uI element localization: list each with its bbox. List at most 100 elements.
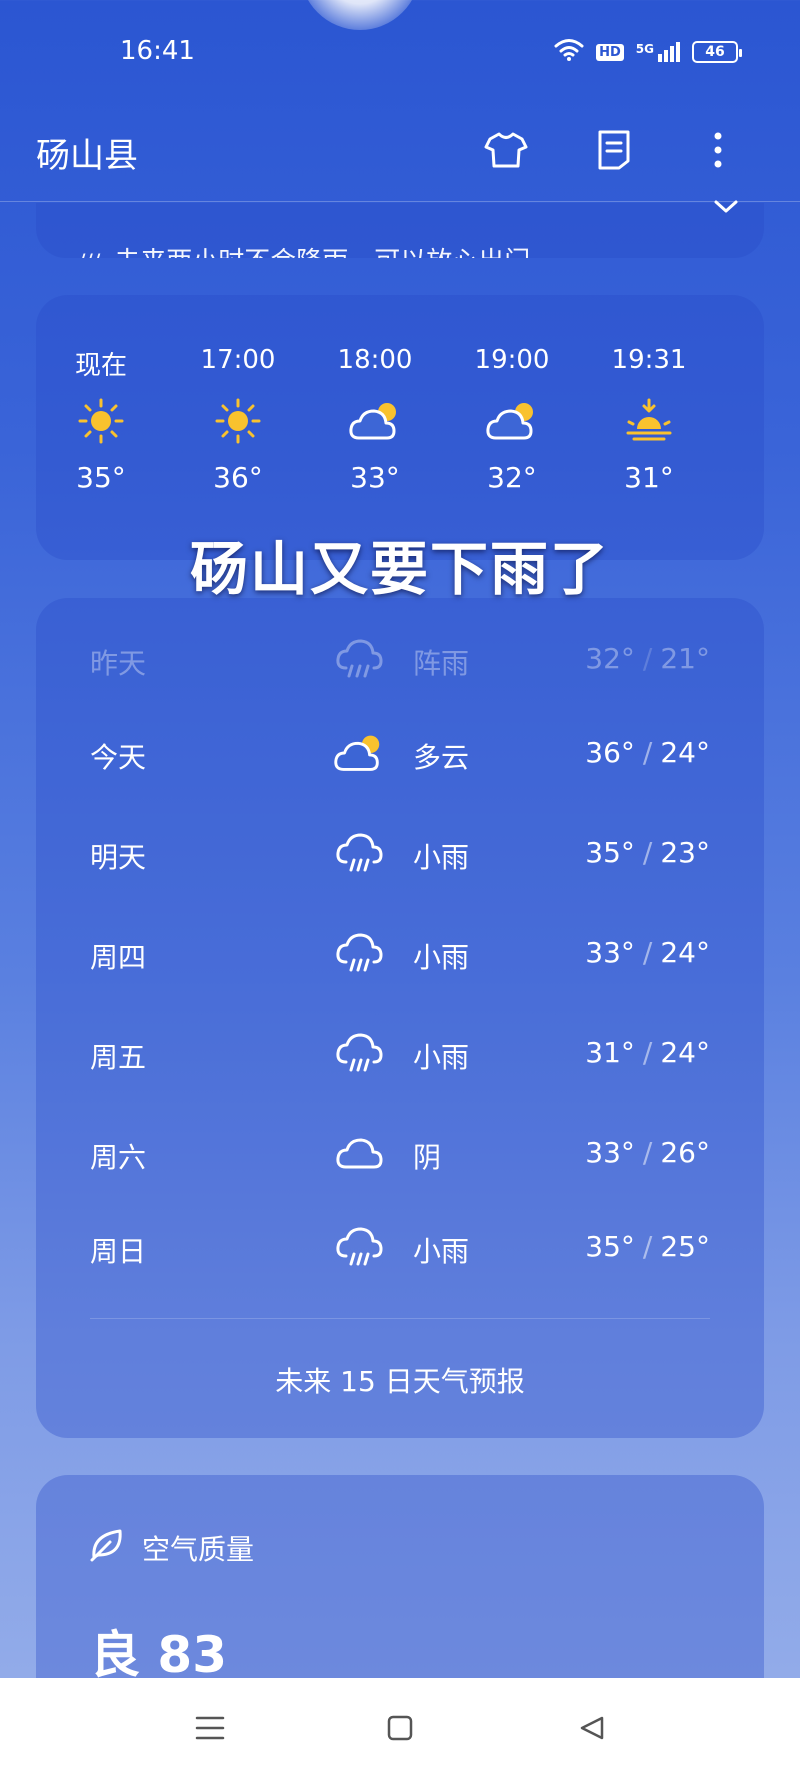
rain-icon bbox=[332, 1028, 386, 1078]
hour-label: 17:00 bbox=[200, 345, 276, 375]
back-icon[interactable] bbox=[572, 1708, 612, 1748]
hour-item: 17:00 36° bbox=[183, 345, 293, 494]
temp-separator: / bbox=[642, 936, 653, 969]
day-temp: 35°/23° bbox=[585, 836, 710, 869]
day-temp: 33°/26° bbox=[585, 1136, 710, 1169]
battery-level: 46 bbox=[705, 44, 725, 60]
hour-temp: 33° bbox=[350, 461, 400, 494]
navigation-bar bbox=[0, 1678, 800, 1778]
hour-label: 19:00 bbox=[474, 345, 550, 375]
day-row[interactable]: 昨天 阵雨 32°/21° bbox=[36, 630, 764, 690]
hour-item: 现在 35° bbox=[46, 345, 156, 494]
temp-separator: / bbox=[642, 642, 653, 675]
day-row[interactable]: 周六 阴 33°/26° bbox=[36, 1124, 764, 1184]
day-temp: 31°/24° bbox=[585, 1036, 710, 1069]
day-temp: 33°/24° bbox=[585, 936, 710, 969]
high-temp: 35° bbox=[585, 836, 635, 869]
partly-cloudy-icon bbox=[320, 391, 430, 451]
high-temp: 33° bbox=[585, 1136, 635, 1169]
rain-icon bbox=[332, 928, 386, 978]
temp-separator: / bbox=[642, 836, 653, 869]
day-condition: 小雨 bbox=[413, 841, 470, 874]
home-icon[interactable] bbox=[380, 1708, 420, 1748]
hour-temp: 31° bbox=[624, 461, 674, 494]
hour-label: 18:00 bbox=[337, 345, 413, 375]
tshirt-icon[interactable] bbox=[482, 126, 530, 174]
day-name: 周六 bbox=[90, 1141, 147, 1174]
day-condition: 小雨 bbox=[413, 1235, 470, 1268]
day-condition: 阴 bbox=[413, 1141, 442, 1174]
overlay-caption: 砀山又要下雨了 bbox=[189, 535, 610, 603]
more-vertical-icon[interactable] bbox=[694, 126, 742, 174]
battery-icon: 46 bbox=[692, 41, 742, 63]
low-temp: 26° bbox=[660, 1136, 710, 1169]
chevron-down-icon[interactable] bbox=[712, 198, 740, 220]
menu-icon[interactable] bbox=[190, 1708, 230, 1748]
sun-icon bbox=[46, 391, 156, 451]
day-name: 昨天 bbox=[90, 647, 147, 680]
temp-separator: / bbox=[642, 1136, 653, 1169]
day-temp: 35°/25° bbox=[585, 1230, 710, 1263]
5g-signal-icon: 5G bbox=[636, 42, 680, 62]
leaf-icon bbox=[88, 1525, 126, 1570]
note-icon[interactable] bbox=[590, 126, 638, 174]
rain-alert-text: /// 未来两小时不会降雨，可以放心出门 bbox=[78, 241, 530, 258]
15-day-forecast-link[interactable]: 未来 15 日天气预报 bbox=[36, 1360, 764, 1400]
day-condition: 多云 bbox=[413, 741, 470, 774]
day-condition: 阵雨 bbox=[413, 647, 470, 680]
city-name[interactable]: 砀山县 bbox=[36, 128, 138, 177]
status-icons: HD 5G 46 bbox=[554, 38, 742, 66]
partly-cloudy-icon bbox=[332, 728, 386, 778]
day-row[interactable]: 周日 小雨 35°/25° bbox=[36, 1218, 764, 1278]
temp-separator: / bbox=[642, 736, 653, 769]
daily-forecast-card[interactable]: 昨天 阵雨 32°/21° 今天 多云 36°/24° 明天 小雨 35° / … bbox=[36, 598, 764, 1438]
rain-alert-message: 未来两小时不会降雨，可以放心出门 bbox=[114, 247, 530, 258]
day-row[interactable]: 周四 小雨 33°/24° bbox=[36, 924, 764, 984]
low-temp: 24° bbox=[660, 1036, 710, 1069]
day-temp: 36°/24° bbox=[585, 736, 710, 769]
partly-cloudy-icon bbox=[457, 391, 567, 451]
hour-item: 18:00 33° bbox=[320, 345, 430, 494]
high-temp: 36° bbox=[585, 736, 635, 769]
hour-label: 19:31 bbox=[611, 345, 687, 375]
status-time: 16:41 bbox=[120, 36, 195, 66]
low-temp: 24° bbox=[660, 736, 710, 769]
sunset-icon bbox=[594, 391, 704, 451]
day-name: 周四 bbox=[90, 941, 147, 974]
temp-separator: / bbox=[642, 1036, 653, 1069]
day-row[interactable]: 周五 小雨 31°/24° bbox=[36, 1024, 764, 1084]
high-temp: 33° bbox=[585, 936, 635, 969]
high-temp: 35° bbox=[585, 1230, 635, 1263]
hd-icon: HD bbox=[596, 43, 624, 61]
hour-label: 现在 bbox=[74, 351, 127, 381]
cloudy-icon bbox=[332, 1128, 386, 1178]
sun-icon bbox=[183, 391, 293, 451]
rain-alert-icon: /// bbox=[78, 251, 100, 258]
hourly-forecast-card[interactable]: 现在 35° 17:00 36° 18:00 33° 19:00 32° 19:… bbox=[36, 295, 764, 560]
rain-alert-card[interactable]: /// 未来两小时不会降雨，可以放心出门 bbox=[36, 203, 764, 258]
day-condition: 小雨 bbox=[413, 1041, 470, 1074]
low-temp: 24° bbox=[660, 936, 710, 969]
app-header: 砀山县 bbox=[0, 100, 800, 202]
status-bar: 16:41 HD 5G 46 bbox=[0, 0, 800, 100]
high-temp: 32° bbox=[585, 642, 635, 675]
rain-icon bbox=[332, 828, 386, 878]
high-temp: 31° bbox=[585, 1036, 635, 1069]
day-temp: 32°/21° bbox=[585, 642, 710, 675]
day-row[interactable]: 明天 小雨 35°/23° bbox=[36, 824, 764, 884]
day-row[interactable]: 今天 多云 36°/24° bbox=[36, 724, 764, 784]
day-name: 周日 bbox=[90, 1235, 147, 1268]
shower-icon bbox=[332, 634, 386, 684]
hour-temp: 32° bbox=[487, 461, 537, 494]
network-type: 5G bbox=[635, 42, 654, 56]
air-quality-header: 空气质量 bbox=[88, 1525, 254, 1570]
rain-icon bbox=[332, 1222, 386, 1272]
temp-separator: / bbox=[642, 1230, 653, 1263]
air-quality-title: 空气质量 bbox=[142, 1532, 255, 1566]
divider bbox=[90, 1318, 710, 1319]
day-name: 周五 bbox=[90, 1041, 147, 1074]
hour-item: 19:31 31° bbox=[594, 345, 704, 494]
day-condition: 小雨 bbox=[413, 941, 470, 974]
hour-item: 19:00 32° bbox=[457, 345, 567, 494]
low-temp: 21° bbox=[660, 642, 710, 675]
